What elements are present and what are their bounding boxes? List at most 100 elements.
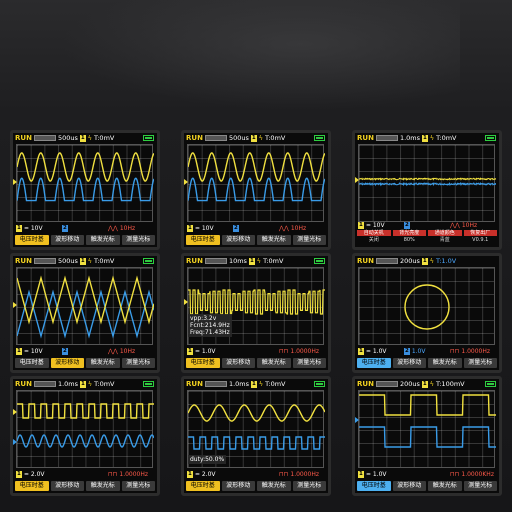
generator-icon: ⋀⋀ — [108, 348, 118, 355]
channel-info: 1 ≃ 1.0V ⊓⊓ 1.0000KHz — [358, 470, 496, 479]
menu-trigger-cursor[interactable]: 触发光标 — [428, 481, 462, 491]
run-status[interactable]: RUN — [186, 380, 203, 388]
battery-icon — [485, 135, 496, 141]
menu-voltage-timebase[interactable]: 电压时基 — [357, 481, 391, 491]
ch1-badge[interactable]: 1 — [16, 471, 22, 478]
backlight-option[interactable]: 背光亮度 — [392, 230, 426, 236]
menu-wave-move[interactable]: 波形移动 — [50, 358, 84, 368]
menu-measure-cursor[interactable]: 测量光标 — [121, 235, 155, 245]
timebase: 1.0ms — [399, 134, 420, 142]
ch1-badge[interactable]: 1 — [16, 348, 22, 355]
ch1-level-marker[interactable] — [184, 179, 188, 185]
battery-icon — [143, 381, 154, 387]
menu-wave-move[interactable]: 波形移动 — [221, 481, 255, 491]
run-status[interactable]: RUN — [357, 134, 374, 142]
ch1-level-marker[interactable] — [355, 177, 359, 183]
status-bar: RUN 200us 1 ϟ T:1.0V — [355, 256, 499, 266]
ch2-badge[interactable]: 2 — [233, 225, 239, 232]
ch2-trace — [17, 289, 154, 339]
duty-readout: duty:50.0% — [190, 456, 225, 463]
menu-voltage-timebase[interactable]: 电压时基 — [15, 481, 49, 491]
timebase: 200us — [399, 257, 420, 265]
auto-power-off-option[interactable]: 自动关机 — [357, 230, 391, 236]
menu-trigger-cursor[interactable]: 触发光标 — [257, 481, 291, 491]
channel-color-option[interactable]: 通道颜色 — [428, 230, 462, 236]
ch1-level-marker[interactable] — [184, 299, 188, 305]
channel-info: 1 ≃ 10V 2 ⋀⋀ 10Hz — [358, 221, 496, 230]
ch2-badge[interactable]: 2 — [62, 348, 68, 355]
menu-measure-cursor[interactable]: 测量光标 — [463, 358, 497, 368]
run-status[interactable]: RUN — [15, 134, 32, 142]
softkey-menu: 电压时基 波形移动 触发光标 测量光标 — [15, 358, 155, 368]
ch1-scale: 10V — [372, 222, 385, 229]
menu-trigger-cursor[interactable]: 触发光标 — [257, 235, 291, 245]
scope-screen-6: RUN 200us 1 ϟ T:1.0V 1 ≃ 1.0V 2 1.0V ⊓⊓ 1.00… — [352, 253, 502, 373]
menu-voltage-timebase[interactable]: 电压时基 — [15, 235, 49, 245]
trigger-channel: 1 — [250, 134, 257, 142]
ch2-level-marker[interactable] — [355, 417, 359, 423]
menu-trigger-cursor[interactable]: 触发光标 — [86, 481, 120, 491]
menu-measure-cursor[interactable]: 测量光标 — [121, 358, 155, 368]
trigger-edge-icon: ϟ — [429, 134, 435, 142]
trigger-level: T:100mV — [435, 380, 465, 388]
ch1-badge[interactable]: 1 — [358, 348, 364, 355]
generator-freq: 1.0000Hz — [290, 471, 320, 478]
ch1-badge[interactable]: 1 — [16, 225, 22, 232]
coupling-icon: ≃ — [23, 225, 29, 232]
waveform-plot — [359, 394, 496, 448]
run-status[interactable]: RUN — [357, 257, 374, 265]
menu-trigger-cursor[interactable]: 触发光标 — [86, 358, 120, 368]
run-status[interactable]: RUN — [357, 380, 374, 388]
battery-icon — [314, 135, 325, 141]
battery-icon — [143, 258, 154, 264]
coupling-icon: ≃ — [194, 471, 200, 478]
menu-wave-move[interactable]: 波形移动 — [50, 235, 84, 245]
ch1-level-marker[interactable] — [13, 179, 17, 185]
run-status[interactable]: RUN — [186, 257, 203, 265]
ch2-badge[interactable]: 2 — [404, 348, 410, 355]
battery-icon — [143, 135, 154, 141]
ch2-badge[interactable]: 2 — [62, 225, 68, 232]
menu-voltage-timebase[interactable]: 电压时基 — [357, 358, 391, 368]
ch1-level-marker[interactable] — [13, 302, 17, 308]
waveform-overview — [33, 135, 56, 141]
ch1-scale: 1.0V — [372, 348, 387, 355]
menu-voltage-timebase[interactable]: 电压时基 — [186, 358, 220, 368]
menu-voltage-timebase[interactable]: 电压时基 — [15, 358, 49, 368]
menu-voltage-timebase[interactable]: 电压时基 — [186, 481, 220, 491]
run-status[interactable]: RUN — [186, 134, 203, 142]
ch2-trace — [17, 177, 154, 202]
ch2-trace — [17, 434, 154, 448]
factory-reset-option[interactable]: 恢复出厂 — [463, 230, 497, 236]
menu-measure-cursor[interactable]: 测量光标 — [292, 358, 326, 368]
ch1-badge[interactable]: 1 — [187, 225, 193, 232]
measurement-panel: duty:50.0% — [188, 455, 227, 464]
menu-trigger-cursor[interactable]: 触发光标 — [257, 358, 291, 368]
ch1-badge[interactable]: 1 — [187, 348, 193, 355]
menu-trigger-cursor[interactable]: 触发光标 — [428, 358, 462, 368]
ch2-badge[interactable]: 2 — [404, 222, 410, 229]
run-status[interactable]: RUN — [15, 257, 32, 265]
menu-wave-move[interactable]: 波形移动 — [50, 481, 84, 491]
coupling-icon: ≃ — [194, 225, 200, 232]
menu-measure-cursor[interactable]: 测量光标 — [292, 481, 326, 491]
trigger-edge-icon: ϟ — [256, 257, 262, 265]
waveform-grid — [358, 390, 496, 468]
ch1-badge[interactable]: 1 — [358, 471, 364, 478]
menu-wave-move[interactable]: 波形移动 — [392, 481, 426, 491]
menu-measure-cursor[interactable]: 测量光标 — [292, 235, 326, 245]
softkey-menu: 电压时基 波形移动 触发光标 测量光标 — [186, 235, 326, 245]
menu-measure-cursor[interactable]: 测量光标 — [463, 481, 497, 491]
ch1-level-marker[interactable] — [13, 409, 17, 415]
run-status[interactable]: RUN — [15, 380, 32, 388]
menu-trigger-cursor[interactable]: 触发光标 — [86, 235, 120, 245]
menu-wave-move[interactable]: 波形移动 — [392, 358, 426, 368]
ch2-level-marker[interactable] — [13, 439, 17, 445]
status-bar: RUN 500us 1 ϟ T:0mV — [13, 256, 157, 266]
menu-voltage-timebase[interactable]: 电压时基 — [186, 235, 220, 245]
ch1-badge[interactable]: 1 — [358, 222, 364, 229]
ch1-badge[interactable]: 1 — [187, 471, 193, 478]
menu-measure-cursor[interactable]: 测量光标 — [121, 481, 155, 491]
menu-wave-move[interactable]: 波形移动 — [221, 358, 255, 368]
menu-wave-move[interactable]: 波形移动 — [221, 235, 255, 245]
